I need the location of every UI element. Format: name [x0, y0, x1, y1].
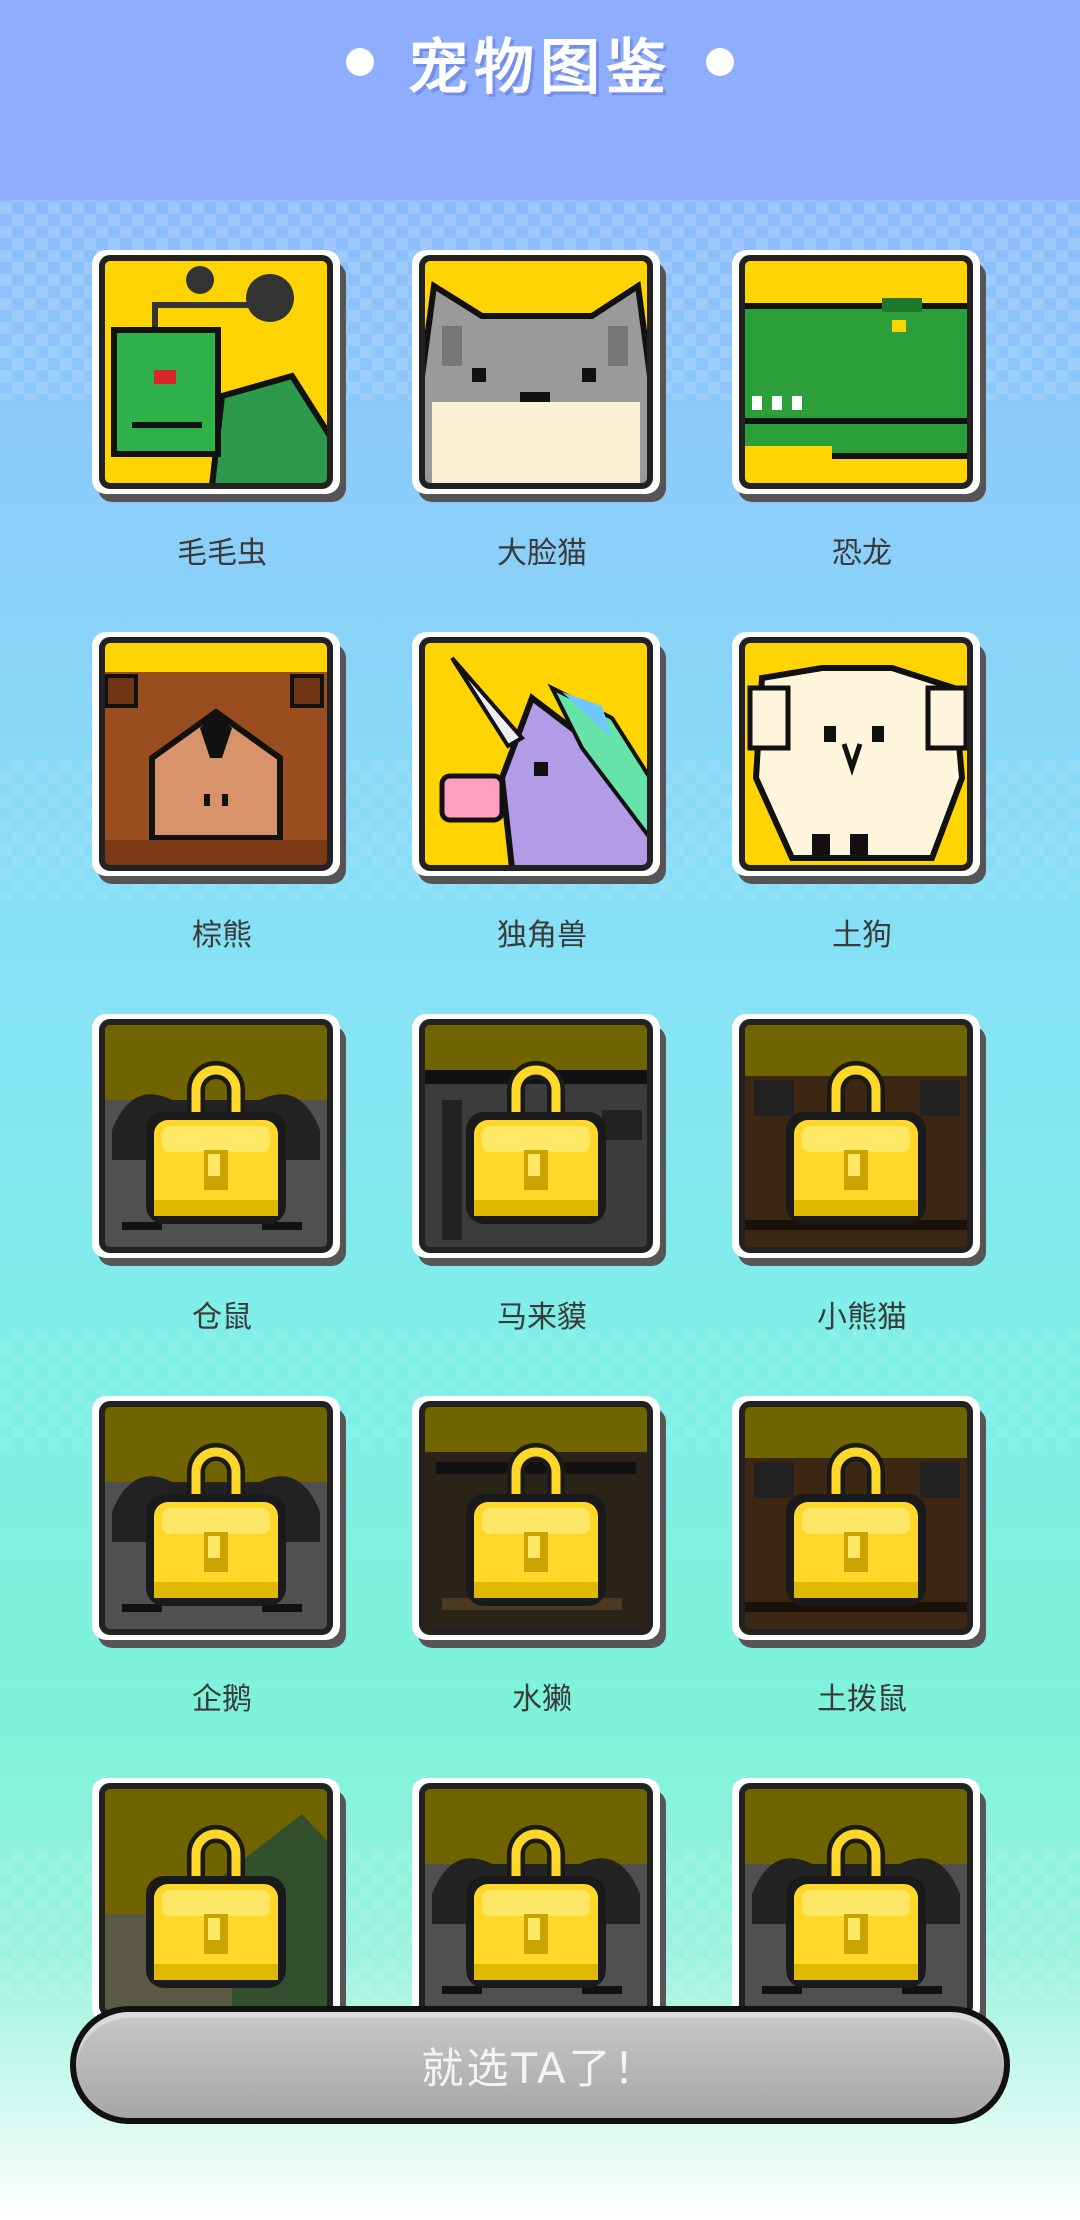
pet-name-label: 土狗 — [832, 918, 892, 953]
pet-locked-tile[interactable] — [732, 1392, 992, 1652]
pet-name-label: 毛毛虫 — [177, 536, 267, 571]
pet-name-label: 企鹅 — [192, 1682, 252, 1717]
pet-portrait[interactable] — [732, 628, 992, 888]
pet-name-label: 恐龙 — [832, 536, 892, 571]
title-group: 宠物图鉴 — [346, 19, 734, 106]
pet-locked-tile[interactable] — [92, 1774, 352, 2034]
pet-locked-tile[interactable] — [412, 1392, 672, 1652]
pet-portrait[interactable] — [412, 246, 672, 506]
pet-name-label: 独角兽 — [497, 918, 587, 953]
pet-locked-tile[interactable] — [732, 1010, 992, 1270]
pet-name-label: 水獭 — [512, 1682, 572, 1717]
pet-locked-tile[interactable] — [412, 1010, 672, 1270]
pet-portrait[interactable] — [732, 246, 992, 506]
title-dot-left — [346, 48, 374, 76]
pet-locked-tile[interactable] — [92, 1392, 352, 1652]
pet-name-label: 仓鼠 — [192, 1300, 252, 1335]
select-button[interactable]: 就选TA了！ — [70, 2006, 1010, 2124]
pet-locked-tile[interactable] — [412, 1774, 672, 2034]
pet-locked-tile[interactable] — [92, 1010, 352, 1270]
pet-portrait[interactable] — [92, 628, 352, 888]
page-title: 宠物图鉴 — [408, 32, 672, 103]
header-bar: 宠物图鉴 — [0, 0, 1080, 200]
pet-name-label: 马来貘 — [497, 1300, 587, 1335]
pet-portrait[interactable] — [412, 628, 672, 888]
title-dot-right — [706, 48, 734, 76]
pet-name-label: 小熊猫 — [817, 1300, 907, 1335]
pet-portrait[interactable] — [92, 246, 352, 506]
pet-locked-tile[interactable] — [732, 1774, 992, 2034]
pet-name-label: 大脸猫 — [497, 536, 587, 571]
pet-name-label: 土拨鼠 — [817, 1682, 907, 1717]
pet-name-label: 棕熊 — [192, 918, 252, 953]
